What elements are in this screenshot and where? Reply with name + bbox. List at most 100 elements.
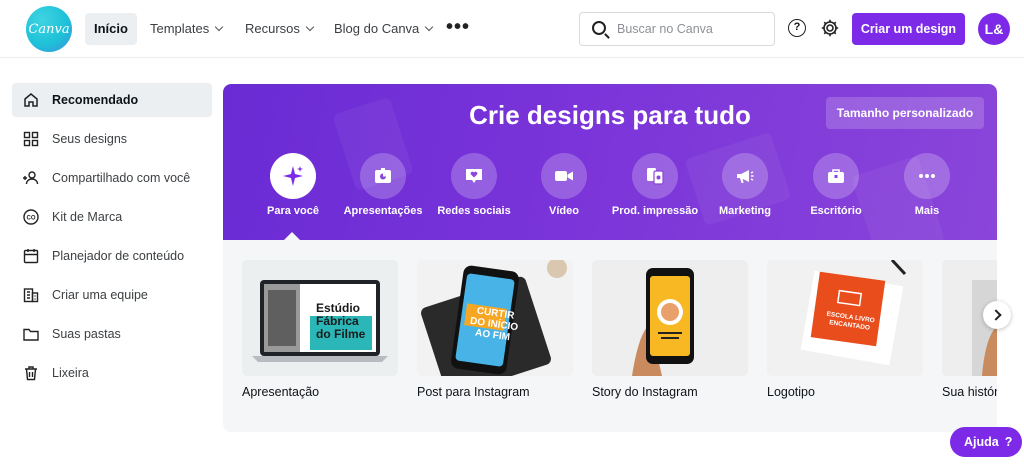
- grid-icon: [22, 130, 40, 148]
- nav-inicio[interactable]: Início: [85, 13, 137, 45]
- search-input[interactable]: Buscar no Canva: [579, 12, 775, 46]
- chevron-down-icon: [215, 22, 224, 32]
- template-label: Logotipo: [767, 385, 815, 399]
- svg-text:CO: CO: [27, 216, 36, 222]
- sidebar-item-planejador[interactable]: Planejador de conteúdo: [12, 239, 212, 273]
- help-icon[interactable]: ?: [788, 19, 806, 37]
- sidebar-item-label: Recomendado: [52, 93, 139, 107]
- folder-icon: [22, 325, 40, 343]
- custom-size-label: Tamanho personalizado: [836, 106, 974, 120]
- template-label: Story do Instagram: [592, 385, 698, 399]
- sidebar-item-kit-de-marca[interactable]: CO Kit de Marca: [12, 200, 212, 234]
- briefcase-icon: [813, 153, 859, 199]
- help-label: Ajuda: [964, 435, 999, 449]
- add-user-icon: [22, 169, 40, 187]
- category-prod-impressao[interactable]: Prod. impressão: [610, 153, 700, 217]
- nav-recursos[interactable]: Recursos: [236, 13, 322, 45]
- category-apresentacoes[interactable]: Apresentações: [338, 153, 428, 217]
- thumb-title: Estúdio Fábrica do Filme: [316, 301, 366, 341]
- home-icon: [22, 91, 40, 109]
- presentation-icon: [360, 153, 406, 199]
- canva-logo[interactable]: Canva: [26, 6, 72, 52]
- category-label: Escritório: [810, 205, 862, 217]
- building-icon: [22, 286, 40, 304]
- sidebar-item-seus-designs[interactable]: Seus designs: [12, 122, 212, 156]
- top-bar: Canva Início Templates Recursos Blog do …: [0, 0, 1024, 58]
- chevron-down-icon: [425, 22, 434, 32]
- template-card-apresentacao[interactable]: Estúdio Fábrica do Filme Apresentação: [242, 260, 398, 399]
- template-thumbnail: ESCOLA LIVRO ENCANTADO: [767, 260, 923, 376]
- nav-blog[interactable]: Blog do Canva: [325, 13, 441, 45]
- template-thumbnail: Estúdio Fábrica do Filme: [242, 260, 398, 376]
- custom-size-button[interactable]: Tamanho personalizado: [826, 97, 984, 129]
- avatar[interactable]: L&: [978, 13, 1010, 45]
- category-video[interactable]: Vídeo: [519, 153, 609, 217]
- template-card-logotipo[interactable]: ESCOLA LIVRO ENCANTADO Logotipo: [767, 260, 923, 399]
- template-thumbnail: CURTIR DO INÍCIO AO FIM: [417, 260, 573, 376]
- sidebar-item-recomendado[interactable]: Recomendado: [12, 83, 212, 117]
- megaphone-icon: [722, 153, 768, 199]
- create-design-button[interactable]: Criar um design: [852, 13, 965, 45]
- category-mais[interactable]: Mais: [882, 153, 972, 217]
- search-icon: [592, 21, 606, 35]
- template-label: Apresentação: [242, 385, 320, 399]
- hero-banner: Crie designs para tudo Tamanho personali…: [223, 84, 997, 240]
- calendar-icon: [22, 247, 40, 265]
- carousel-next-button[interactable]: [983, 301, 1011, 329]
- brand-kit-icon: CO: [22, 208, 40, 226]
- search-placeholder: Buscar no Canva: [617, 22, 713, 36]
- more-horizontal-icon[interactable]: •••: [446, 17, 470, 37]
- category-label: Vídeo: [549, 205, 579, 217]
- category-label: Marketing: [719, 205, 771, 217]
- heart-chat-icon: [451, 153, 497, 199]
- print-product-icon: [632, 153, 678, 199]
- template-carousel: Estúdio Fábrica do Filme Apresentação CU…: [242, 260, 997, 420]
- selected-category-pointer: [284, 232, 300, 240]
- help-question-icon: ?: [1004, 435, 1013, 449]
- nav-templates[interactable]: Templates: [141, 13, 231, 45]
- trash-icon: [22, 364, 40, 382]
- category-label: Redes sociais: [437, 205, 511, 217]
- chevron-down-icon: [305, 22, 315, 32]
- template-card-sua-historia[interactable]: Sua história: [942, 260, 997, 399]
- create-design-label: Criar um design: [860, 22, 957, 36]
- logo-text: Canva: [28, 21, 70, 37]
- avatar-initials: L&: [984, 21, 1004, 37]
- main-panel: Crie designs para tudo Tamanho personali…: [223, 84, 997, 432]
- video-camera-icon: [541, 153, 587, 199]
- help-button[interactable]: Ajuda?: [950, 427, 1022, 457]
- gear-icon[interactable]: [820, 18, 840, 38]
- help-symbol: ?: [793, 21, 801, 33]
- sidebar-item-compartilhado[interactable]: Compartilhado com você: [12, 161, 212, 195]
- category-marketing[interactable]: Marketing: [700, 153, 790, 217]
- nav-recursos-label: Recursos: [245, 21, 300, 36]
- sidebar-item-label: Compartilhado com você: [52, 171, 191, 185]
- template-card-post-instagram[interactable]: CURTIR DO INÍCIO AO FIM Post para Instag…: [417, 260, 573, 399]
- sparkle-icon: [270, 153, 316, 199]
- category-escritorio[interactable]: Escritório: [791, 153, 881, 217]
- category-label: Para você: [267, 205, 319, 217]
- sidebar-item-criar-equipe[interactable]: Criar uma equipe: [12, 278, 212, 312]
- sidebar-item-label: Planejador de conteúdo: [52, 249, 185, 263]
- sidebar-item-label: Kit de Marca: [52, 210, 123, 224]
- category-label: Apresentações: [343, 205, 423, 217]
- sidebar-item-label: Criar uma equipe: [52, 288, 148, 302]
- nav-templates-label: Templates: [150, 21, 210, 36]
- nav-inicio-label: Início: [94, 21, 128, 36]
- category-redes-sociais[interactable]: Redes sociais: [429, 153, 519, 217]
- template-card-story-instagram[interactable]: Story do Instagram: [592, 260, 748, 399]
- sidebar: Recomendado Seus designs Compartilhado c…: [12, 83, 212, 395]
- more-icon: [904, 153, 950, 199]
- sidebar-item-label: Seus designs: [52, 132, 128, 146]
- template-label: Post para Instagram: [417, 385, 530, 399]
- category-label: Prod. impressão: [611, 205, 699, 217]
- category-para-voce[interactable]: Para você: [248, 153, 338, 217]
- nav-blog-label: Blog do Canva: [334, 21, 420, 36]
- thumb-title: CURTIR DO INÍCIO AO FIM: [469, 305, 519, 344]
- template-label: Sua história: [942, 385, 997, 399]
- sidebar-item-lixeira[interactable]: Lixeira: [12, 356, 212, 390]
- template-thumbnail: [592, 260, 748, 376]
- sidebar-item-label: Lixeira: [52, 366, 89, 380]
- sidebar-item-suas-pastas[interactable]: Suas pastas: [12, 317, 212, 351]
- category-label: Mais: [914, 205, 940, 217]
